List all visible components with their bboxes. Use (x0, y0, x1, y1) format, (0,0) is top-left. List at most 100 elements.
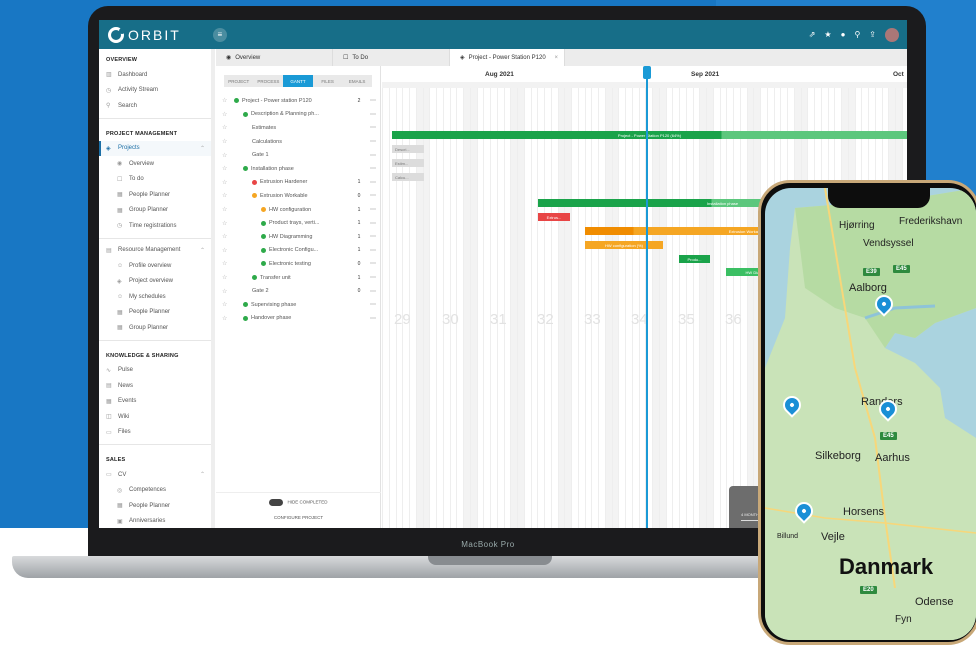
star-icon[interactable]: ☆ (216, 97, 230, 104)
sidebar-item-my-schedules[interactable]: ☺ My schedules (99, 289, 211, 305)
more-icon[interactable]: ⋯ (366, 124, 380, 131)
gantt-bar-calculations[interactable]: Calcu... (392, 173, 424, 181)
star-icon[interactable]: ☆ (216, 288, 230, 295)
sidebar-item-cv[interactable]: ▭ CV ⌃ (99, 467, 211, 483)
more-icon[interactable]: ⋯ (366, 301, 380, 308)
more-icon[interactable]: ⋯ (366, 206, 380, 213)
star-icon[interactable]: ☆ (216, 301, 230, 308)
view-tab-project[interactable]: PROJECT (224, 75, 254, 87)
sidebar-item-events[interactable]: ▦ Events (99, 394, 211, 410)
sidebar-item-group-planner[interactable]: ▦ Group Planner (99, 203, 211, 219)
star-icon[interactable]: ☆ (216, 179, 230, 186)
sidebar-scrollbar[interactable] (211, 49, 215, 528)
sidebar-item-pulse[interactable]: ∿ Pulse (99, 363, 211, 379)
sidebar-item-people-planner[interactable]: ▦ People Planner (99, 187, 211, 203)
more-icon[interactable]: ⋯ (366, 165, 380, 172)
tree-row[interactable]: ☆ Estimates ⋯ (216, 121, 380, 135)
sidebar-item-dashboard[interactable]: ▥ Dashboard (99, 67, 211, 83)
star-icon[interactable]: ☆ (216, 233, 230, 240)
tab-to-do[interactable]: ☐ To Do (333, 49, 450, 66)
more-icon[interactable]: ⋯ (366, 192, 380, 199)
tab-overview[interactable]: ◉ Overview (216, 49, 333, 66)
star-icon[interactable]: ☆ (216, 138, 230, 145)
star-icon[interactable]: ☆ (216, 247, 230, 254)
more-icon[interactable]: ⋯ (366, 138, 380, 145)
sidebar-item-project-overview[interactable]: ◈ Project overview (99, 274, 211, 290)
tab-project[interactable]: ◈ Project - Power Station P120 × (450, 49, 565, 66)
sidebar-item-competences[interactable]: ◎ Competences (99, 483, 211, 499)
tree-row[interactable]: ☆ Electronic Configu... 1 ⋯ (216, 244, 380, 258)
view-tab-process[interactable]: PROCESS (254, 75, 284, 87)
share-icon[interactable]: ⇗ (809, 30, 816, 39)
zoom-option[interactable]: 4 MONTH (741, 512, 759, 517)
sidebar-item-overview[interactable]: ◉ Overview (99, 156, 211, 172)
sidebar-item-projects[interactable]: ◈ Projects ⌃ (99, 140, 211, 156)
close-icon[interactable]: × (554, 55, 558, 61)
sidebar-item-activity-stream[interactable]: ◷ Activity Stream (99, 83, 211, 99)
sidebar-item-news[interactable]: ▤ News (99, 378, 211, 394)
sidebar-item-search[interactable]: ⚲ Search (99, 98, 211, 114)
gantt-bar-project[interactable]: Project - Power Station P120 (64%) (392, 131, 907, 139)
tree-row[interactable]: ☆ Gate 1 ⋯ (216, 148, 380, 162)
tree-row[interactable]: ☆ Extrusion Hardener 1 ⋯ (216, 176, 380, 190)
star-icon[interactable]: ☆ (216, 220, 230, 227)
tree-row[interactable]: ☆ Product trays, verti... 1 ⋯ (216, 216, 380, 230)
tree-row[interactable]: ☆ Description & Planning ph... ⋯ (216, 108, 380, 122)
notification-icon[interactable]: ● (841, 30, 846, 39)
sidebar-item-to-do[interactable]: ☐ To do (99, 172, 211, 188)
gantt-bar-description[interactable]: Descri... (392, 145, 424, 153)
sidebar-item-group-planner-2[interactable]: ▦ Group Planner (99, 320, 211, 336)
more-icon[interactable]: ⋯ (366, 233, 380, 240)
view-tab-emails[interactable]: EMAILS (342, 75, 372, 87)
gantt-bar-product-trays[interactable]: Produ... (679, 255, 710, 263)
sidebar-item-wiki[interactable]: ◫ Wiki (99, 409, 211, 425)
tree-row[interactable]: ☆ Gate 2 0 ⋯ (216, 284, 380, 298)
sidebar-item-anniversaries[interactable]: ▣ Anniversaries (99, 514, 211, 529)
sidebar-item-resource-management[interactable]: ▤ Resource Management ⌃ (99, 243, 211, 259)
star-icon[interactable]: ☆ (216, 165, 230, 172)
today-marker[interactable] (643, 66, 651, 79)
tree-row[interactable]: ☆ Handover phase ⋯ (216, 312, 380, 326)
avatar[interactable] (885, 27, 899, 42)
sidebar-item-profile-overview[interactable]: ☺ Profile overview (99, 258, 211, 274)
sidebar-item-people-planner-2[interactable]: ▦ People Planner (99, 305, 211, 321)
tree-row[interactable]: ☆ HW configuration 1 ⋯ (216, 203, 380, 217)
sidebar-item-time-registrations[interactable]: ◷ Time registrations (99, 218, 211, 234)
hide-completed-toggle[interactable]: HIDE COMPLETED (216, 499, 381, 506)
star-icon[interactable]: ☆ (216, 124, 230, 131)
gantt-bar-estimates[interactable]: Estim... (392, 159, 424, 167)
upload-icon[interactable]: ⇪ (869, 30, 876, 39)
gantt-bar-hw-configuration[interactable]: HW configuration (%) (585, 241, 663, 249)
view-tab-gantt[interactable]: GANTT (283, 75, 313, 87)
tree-row[interactable]: ☆ Extrusion Workable 0 ⋯ (216, 189, 380, 203)
more-icon[interactable]: ⋯ (366, 179, 380, 186)
view-tab-files[interactable]: FILES (313, 75, 343, 87)
sidebar-item-people-planner-3[interactable]: ▦ People Planner (99, 498, 211, 514)
more-icon[interactable]: ⋯ (366, 247, 380, 254)
star-icon[interactable]: ☆ (216, 274, 230, 281)
star-icon[interactable]: ☆ (216, 111, 230, 118)
tree-row[interactable]: ☆ HW Diagramming 1 ⋯ (216, 230, 380, 244)
tree-row[interactable]: ☆ Supervising phase ⋯ (216, 298, 380, 312)
star-icon[interactable]: ☆ (216, 152, 230, 159)
more-icon[interactable]: ⋯ (366, 152, 380, 159)
star-icon[interactable]: ★ (824, 30, 831, 39)
more-icon[interactable]: ⋯ (366, 220, 380, 227)
orbit-logo[interactable]: ORBIT (108, 26, 181, 43)
more-icon[interactable]: ⋯ (366, 97, 380, 104)
search-icon[interactable]: ⚲ (854, 30, 860, 39)
tree-row[interactable]: ☆ Electronic testing 0 ⋯ (216, 257, 380, 271)
more-icon[interactable]: ⋯ (366, 260, 380, 267)
star-icon[interactable]: ☆ (216, 315, 230, 322)
tree-row[interactable]: ☆ Calculations ⋯ (216, 135, 380, 149)
star-icon[interactable]: ☆ (216, 192, 230, 199)
star-icon[interactable]: ☆ (216, 260, 230, 267)
more-icon[interactable]: ⋯ (366, 111, 380, 118)
more-icon[interactable]: ⋯ (366, 274, 380, 281)
tree-row[interactable]: ☆ Transfer unit 1 ⋯ (216, 271, 380, 285)
tree-row[interactable]: ☆ Project - Power station P120 2 ⋯ (216, 94, 380, 108)
more-icon[interactable]: ⋯ (366, 315, 380, 322)
tree-row[interactable]: ☆ Installation phase ⋯ (216, 162, 380, 176)
sidebar-item-files[interactable]: ▭ Files (99, 425, 211, 441)
more-icon[interactable]: ⋯ (366, 288, 380, 295)
